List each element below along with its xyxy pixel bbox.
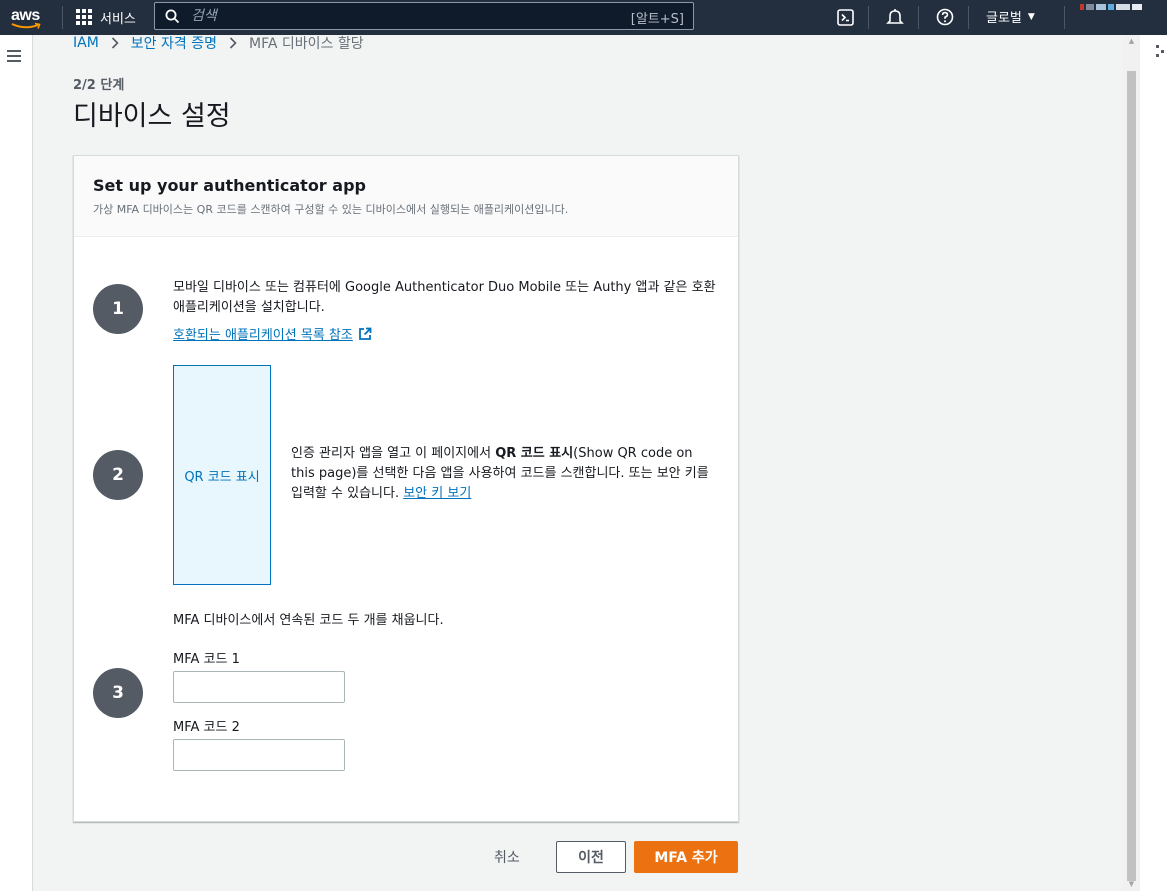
search-input[interactable] bbox=[191, 6, 611, 26]
step-number-1: 1 bbox=[93, 284, 143, 334]
right-panel-strip bbox=[1140, 35, 1167, 891]
caret-down-icon: ▼ bbox=[1027, 11, 1035, 22]
search-shortcut-hint: [알트+S] bbox=[630, 12, 684, 27]
nav-divider bbox=[1064, 6, 1065, 29]
previous-button[interactable]: 이전 bbox=[556, 841, 626, 873]
search-box[interactable]: [알트+S] bbox=[154, 2, 694, 30]
show-qr-code-label: QR 코드 표시 bbox=[184, 469, 260, 485]
cancel-button[interactable]: 취소 bbox=[494, 846, 520, 868]
step-1-instructions: 모바일 디바이스 또는 컴퓨터에 Google Authenticator Du… bbox=[173, 280, 716, 315]
page-title: 디바이스 설정 bbox=[73, 101, 231, 132]
grid-icon bbox=[76, 9, 92, 25]
nav-divider bbox=[968, 6, 969, 29]
show-secret-key-link[interactable]: 보안 키 보기 bbox=[403, 486, 471, 501]
drag-handle-icon[interactable] bbox=[1156, 45, 1164, 57]
scroll-down-arrow-icon[interactable]: ▼ bbox=[1127, 880, 1136, 888]
top-navigation: aws 서비스 [알트+S] bbox=[0, 0, 1167, 35]
scrollbar-thumb[interactable] bbox=[1127, 71, 1136, 881]
step-2-text-before: 인증 관리자 앱을 열고 이 페이지에서 bbox=[291, 446, 496, 461]
mfa-code-2-input[interactable] bbox=[173, 739, 345, 771]
breadcrumb-item-iam[interactable]: IAM bbox=[73, 35, 99, 51]
bell-icon[interactable] bbox=[884, 6, 906, 28]
region-selector[interactable]: 글로벌 ▼ bbox=[986, 7, 1035, 26]
region-label: 글로벌 bbox=[986, 11, 1022, 26]
menu-icon[interactable] bbox=[7, 50, 21, 62]
mfa-code-1-input[interactable] bbox=[173, 671, 345, 703]
chevron-right-icon bbox=[229, 36, 237, 49]
authenticator-setup-panel: Set up your authenticator app 가상 MFA 디바이… bbox=[73, 155, 739, 822]
nav-divider bbox=[918, 6, 919, 29]
compatible-apps-link-label: 호환되는 애플리케이션 목록 참조 bbox=[173, 328, 353, 343]
search-icon bbox=[165, 9, 180, 24]
nav-divider bbox=[62, 6, 63, 29]
breadcrumb: IAM 보안 자격 증명 MFA 디바이스 할당 bbox=[73, 33, 364, 53]
help-icon[interactable] bbox=[934, 6, 956, 28]
scroll-up-arrow-icon[interactable]: ▲ bbox=[1127, 37, 1136, 45]
account-menu-button[interactable] bbox=[1080, 4, 1144, 13]
aws-smile-icon bbox=[11, 22, 41, 29]
chevron-right-icon bbox=[111, 36, 119, 49]
step-number-2: 2 bbox=[93, 450, 143, 500]
panel-description: 가상 MFA 디바이스는 QR 코드를 스캔하여 구성할 수 있는 디바이스에서… bbox=[93, 203, 569, 216]
external-link-icon bbox=[358, 327, 372, 340]
step-3-instructions: MFA 디바이스에서 연속된 코드 두 개를 채웁니다. bbox=[173, 613, 444, 628]
vertical-scrollbar[interactable]: ▲ ▼ bbox=[1122, 35, 1140, 891]
side-navigation-rail bbox=[0, 35, 33, 891]
step-number-3: 3 bbox=[93, 668, 143, 718]
step-2-instructions: 인증 관리자 앱을 열고 이 페이지에서 QR 코드 표시(Show QR co… bbox=[291, 444, 716, 504]
compatible-apps-link[interactable]: 호환되는 애플리케이션 목록 참조 bbox=[173, 324, 372, 343]
mfa-code-1-label: MFA 코드 1 bbox=[173, 652, 240, 667]
services-menu-button[interactable]: 서비스 bbox=[76, 6, 136, 28]
panel-header: Set up your authenticator app 가상 MFA 디바이… bbox=[74, 156, 738, 237]
breadcrumb-item-security-credentials[interactable]: 보안 자격 증명 bbox=[131, 33, 217, 53]
breadcrumb-current: MFA 디바이스 할당 bbox=[248, 35, 364, 52]
panel-title: Set up your authenticator app bbox=[93, 176, 366, 195]
mfa-code-2-label: MFA 코드 2 bbox=[173, 720, 240, 735]
add-mfa-button[interactable]: MFA 추가 bbox=[634, 841, 738, 873]
aws-logo[interactable]: aws bbox=[11, 5, 45, 31]
nav-divider bbox=[868, 6, 869, 29]
services-label: 서비스 bbox=[100, 11, 136, 27]
step-indicator: 2/2 단계 bbox=[73, 78, 125, 93]
step-2-text-bold: QR 코드 표시 bbox=[495, 446, 574, 461]
show-qr-code-button[interactable]: QR 코드 표시 bbox=[173, 365, 271, 585]
cloudshell-icon[interactable] bbox=[834, 6, 856, 28]
